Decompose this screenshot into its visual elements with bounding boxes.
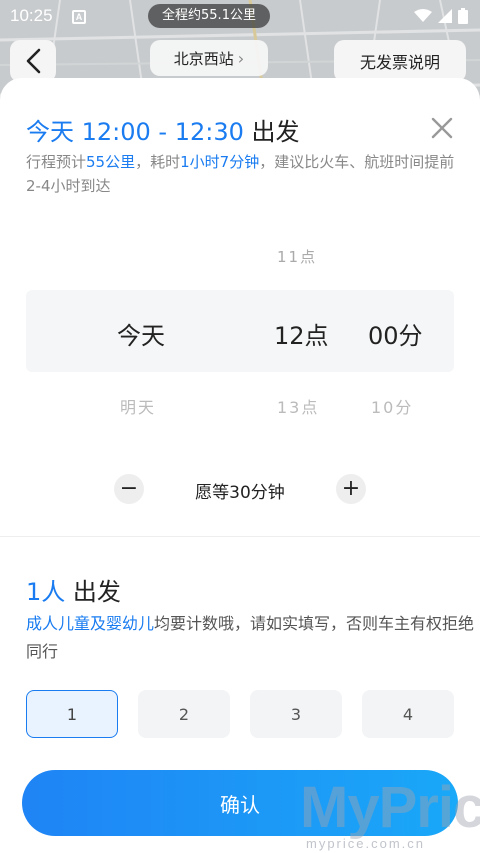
passenger-option-4[interactable]: 4 <box>362 690 454 738</box>
no-fare-explanation-button[interactable]: 无发票说明 <box>334 40 466 82</box>
trip-desc-mid: ，耗时 <box>135 153 181 171</box>
departure-title: 今天 12:00 - 12:30 出发 <box>26 112 300 147</box>
chevron-left-icon <box>26 48 41 74</box>
watermark-url: myprice.com.cn <box>306 836 426 851</box>
passenger-count-text: 1人 <box>26 578 66 606</box>
wifi-icon <box>414 9 432 22</box>
decrease-wait-button[interactable]: − <box>114 474 144 504</box>
close-icon <box>431 117 453 139</box>
trip-duration: 1小时7分钟 <box>180 153 260 171</box>
chevron-right-icon: › <box>237 48 245 68</box>
route-summary-pill: 全程约55.1公里 <box>148 4 270 28</box>
picker-minute-below[interactable]: 10分 <box>371 394 413 418</box>
passenger-desc-highlight: 成人儿童及婴幼儿 <box>26 614 155 633</box>
trip-description: 行程预计55公里，耗时1小时7分钟，建议比火车、航班时间提前2-4小时到达 <box>26 150 466 198</box>
wait-time-row: 愿等30分钟 − + <box>0 474 480 506</box>
passenger-description: 成人儿童及婴幼儿均要计数哦，请如实填写，否则车主有权拒绝同行 <box>26 610 476 666</box>
picker-day-selected[interactable]: 今天 <box>117 316 165 351</box>
watermark-logo: MyPrice <box>300 775 480 840</box>
battery-icon <box>458 8 468 24</box>
departure-title-suffix: 出发 <box>251 118 300 146</box>
station-name: 北京西站 <box>173 49 234 68</box>
close-button[interactable] <box>428 114 456 142</box>
picker-day-below[interactable]: 明天 <box>120 394 156 418</box>
plus-icon: + <box>341 476 361 501</box>
minus-icon: − <box>119 476 139 501</box>
notification-a-icon: A <box>72 10 86 24</box>
departure-time-range: 今天 12:00 - 12:30 <box>26 118 244 146</box>
station-selector[interactable]: 北京西站 › <box>150 40 268 76</box>
status-time: 10:25 <box>10 6 53 25</box>
passenger-title-suffix: 出发 <box>72 578 121 606</box>
picker-minute-selected[interactable]: 00分 <box>368 316 423 351</box>
passenger-option-3[interactable]: 3 <box>250 690 342 738</box>
signal-icon <box>438 9 452 23</box>
wait-time-label: 愿等30分钟 <box>195 483 285 503</box>
status-bar: 10:25 A 全程约55.1公里 <box>0 0 480 34</box>
picker-hour-below[interactable]: 13点 <box>277 394 319 418</box>
trip-desc-prefix: 行程预计 <box>26 153 87 171</box>
picker-hour-selected[interactable]: 12点 <box>274 316 329 351</box>
back-button[interactable] <box>10 40 56 82</box>
picker-hour-above[interactable]: 11点 <box>277 246 317 267</box>
passenger-option-2[interactable]: 2 <box>138 690 230 738</box>
passenger-option-1[interactable]: 1 <box>26 690 118 738</box>
section-divider <box>0 536 480 537</box>
departure-sheet: 今天 12:00 - 12:30 出发 行程预计55公里，耗时1小时7分钟，建议… <box>0 78 480 853</box>
passenger-title: 1人 出发 <box>26 572 121 607</box>
passenger-count-options: 1 2 3 4 <box>0 690 480 738</box>
status-icons <box>414 8 468 24</box>
trip-distance: 55公里 <box>86 153 136 171</box>
increase-wait-button[interactable]: + <box>336 474 366 504</box>
